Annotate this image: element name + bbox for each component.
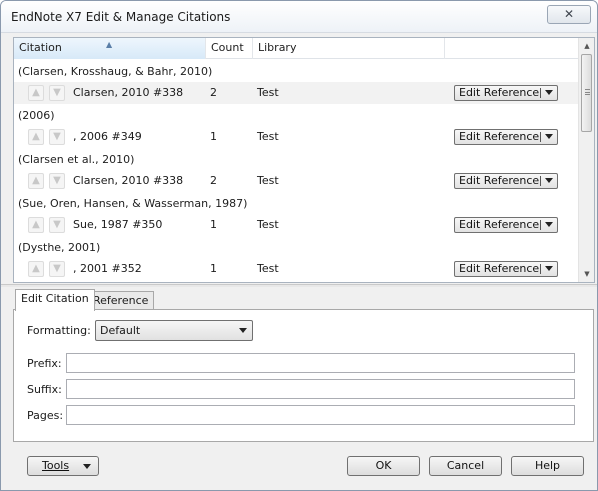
table-header: Citation ▲ Count Library (14, 38, 580, 59)
grip-icon (585, 89, 590, 95)
column-label-count: Count (211, 41, 244, 54)
citation-group-header[interactable]: (Clarsen, Krosshaug, & Bahr, 2010) (18, 62, 212, 82)
pages-field[interactable] (66, 405, 575, 425)
chevron-down-icon[interactable] (545, 178, 553, 183)
chevron-down-icon[interactable] (545, 90, 553, 95)
citation-group-header[interactable]: (2006) (18, 106, 55, 126)
count-cell: 1 (210, 218, 217, 231)
scroll-down-icon[interactable]: ▼ (579, 266, 594, 282)
edit-reference-label: Edit Reference (459, 218, 540, 231)
tools-button[interactable]: Tools (27, 456, 99, 476)
up-arrow-icon[interactable]: ▲ (28, 85, 44, 101)
split-divider (540, 264, 541, 274)
title-bar: EndNote X7 Edit & Manage Citations ✕ (1, 1, 597, 33)
library-cell: Test (257, 262, 279, 275)
down-arrow-icon[interactable]: ▼ (49, 173, 65, 189)
down-arrow-icon[interactable]: ▼ (49, 217, 65, 233)
library-cell: Test (257, 218, 279, 231)
column-header-library[interactable]: Library (253, 38, 445, 59)
chevron-down-icon[interactable] (545, 266, 553, 271)
cancel-button[interactable]: Cancel (429, 456, 502, 476)
citation-cell: , 2001 #352 (73, 262, 142, 275)
count-cell: 1 (210, 262, 217, 275)
prefix-field[interactable] (66, 353, 575, 373)
scroll-thumb[interactable] (581, 54, 592, 132)
tab-reference[interactable]: Reference (87, 291, 155, 311)
column-header-count[interactable]: Count (206, 38, 253, 59)
citation-group-header[interactable]: (Dysthe, 2001) (18, 238, 100, 258)
scroll-up-icon[interactable]: ▲ (579, 38, 594, 54)
edit-reference-label: Edit Reference (459, 174, 540, 187)
chevron-down-icon[interactable] (545, 134, 553, 139)
chevron-down-icon[interactable] (545, 222, 553, 227)
sort-ascending-icon: ▲ (106, 40, 113, 49)
library-cell: Test (257, 174, 279, 187)
ok-button[interactable]: OK (347, 456, 420, 476)
column-label-citation: Citation (19, 41, 62, 54)
edit-reference-label: Edit Reference (459, 86, 540, 99)
table-row[interactable]: ▲ ▼ Clarsen, 2010 #338 2 Test Edit Refer… (14, 82, 580, 104)
citation-cell: , 2006 #349 (73, 130, 142, 143)
edit-reference-button[interactable]: Edit Reference (454, 217, 558, 233)
edit-reference-button[interactable]: Edit Reference (454, 261, 558, 277)
close-button[interactable]: ✕ (547, 5, 591, 24)
count-cell: 2 (210, 86, 217, 99)
library-cell: Test (257, 130, 279, 143)
down-arrow-icon[interactable]: ▼ (49, 85, 65, 101)
pane-splitter[interactable] (1, 284, 597, 287)
suffix-label: Suffix: (27, 383, 62, 396)
column-label-library: Library (258, 41, 297, 54)
tab-label: Reference (93, 294, 149, 307)
split-divider (540, 88, 541, 98)
citation-cell: Clarsen, 2010 #338 (73, 174, 184, 187)
help-button[interactable]: Help (511, 456, 584, 476)
library-cell: Test (257, 86, 279, 99)
citation-group-header[interactable]: (Sue, Oren, Hansen, & Wasserman, 1987) (18, 194, 247, 214)
up-arrow-icon[interactable]: ▲ (28, 129, 44, 145)
count-cell: 2 (210, 174, 217, 187)
column-header-action (445, 38, 580, 59)
split-divider (540, 220, 541, 230)
chevron-down-icon (239, 328, 247, 333)
formatting-select[interactable]: Default (95, 320, 253, 341)
table-row[interactable]: ▲ ▼ , 2001 #352 1 Test Edit Reference (14, 258, 580, 280)
split-divider (540, 132, 541, 142)
tools-label: Tools (42, 459, 70, 472)
formatting-value: Default (100, 324, 141, 337)
edit-reference-button[interactable]: Edit Reference (454, 173, 558, 189)
citation-cell: Sue, 1987 #350 (73, 218, 163, 231)
edit-manage-citations-dialog: EndNote X7 Edit & Manage Citations ✕ Cit… (0, 0, 598, 491)
pages-label: Pages: (27, 409, 64, 422)
edit-reference-button[interactable]: Edit Reference (454, 85, 558, 101)
up-arrow-icon[interactable]: ▲ (28, 173, 44, 189)
edit-reference-label: Edit Reference (459, 262, 540, 275)
formatting-label: Formatting: (27, 324, 91, 337)
window-title: EndNote X7 Edit & Manage Citations (11, 10, 231, 24)
dialog-footer (1, 485, 597, 490)
split-divider (540, 176, 541, 186)
table-row[interactable]: ▲ ▼ , 2006 #349 1 Test Edit Reference (14, 126, 580, 148)
edit-reference-button[interactable]: Edit Reference (454, 129, 558, 145)
table-row[interactable]: ▲ ▼ Clarsen, 2010 #338 2 Test Edit Refer… (14, 170, 580, 192)
edit-reference-label: Edit Reference (459, 130, 540, 143)
up-arrow-icon[interactable]: ▲ (28, 217, 44, 233)
down-arrow-icon[interactable]: ▼ (49, 129, 65, 145)
up-arrow-icon[interactable]: ▲ (28, 261, 44, 277)
edit-citation-panel: Formatting: Default Prefix: Suffix: Page… (13, 309, 594, 442)
table-row[interactable]: ▲ ▼ Sue, 1987 #350 1 Test Edit Reference (14, 214, 580, 236)
column-header-citation[interactable]: Citation ▲ (14, 38, 206, 59)
close-icon: ✕ (563, 7, 575, 21)
citation-cell: Clarsen, 2010 #338 (73, 86, 184, 99)
vertical-scrollbar[interactable]: ▲ ▼ (578, 38, 594, 282)
prefix-label: Prefix: (27, 357, 62, 370)
tab-label: Edit Citation (21, 292, 89, 305)
chevron-down-icon (83, 464, 91, 469)
down-arrow-icon[interactable]: ▼ (49, 261, 65, 277)
count-cell: 1 (210, 130, 217, 143)
suffix-field[interactable] (66, 379, 575, 399)
citations-table: Citation ▲ Count Library (Clarsen, Kross… (13, 37, 595, 283)
tab-edit-citation[interactable]: Edit Citation (15, 289, 95, 311)
citation-group-header[interactable]: (Clarsen et al., 2010) (18, 150, 134, 170)
